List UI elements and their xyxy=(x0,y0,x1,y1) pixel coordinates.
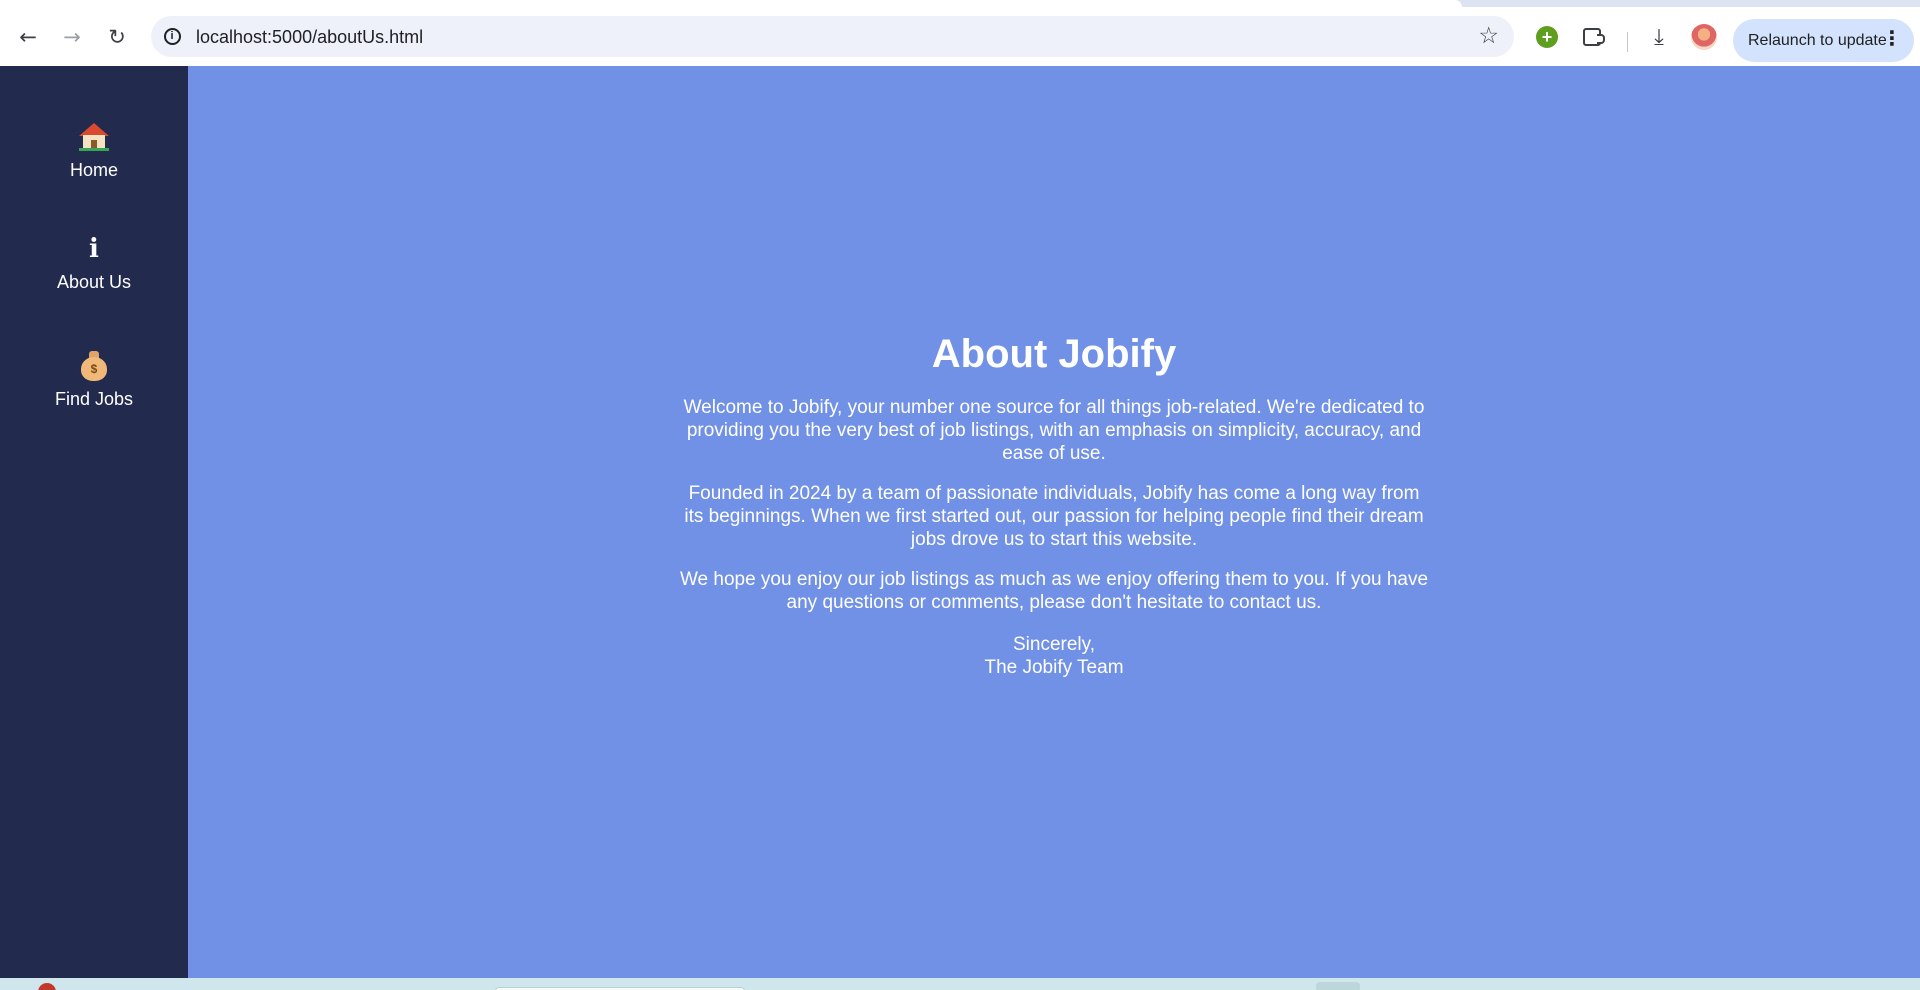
taskbar-app-icon[interactable] xyxy=(1316,982,1360,990)
info-icon: i xyxy=(89,234,99,264)
star-icon[interactable]: ☆ xyxy=(1478,23,1499,49)
relaunch-button[interactable]: Relaunch to update ⋮ xyxy=(1733,19,1914,62)
sidebar-item-label: Home xyxy=(69,160,118,180)
toolbar-divider xyxy=(1627,32,1628,52)
page-viewport: Home i About Us $ Find Jobs About Jobify… xyxy=(0,66,1920,978)
site-info-button[interactable]: i xyxy=(162,26,182,46)
money-bag-icon: $ xyxy=(80,351,108,381)
about-section: About Jobify Welcome to Jobify, your num… xyxy=(679,330,1429,679)
app-icon[interactable] xyxy=(38,983,56,990)
page-title: About Jobify xyxy=(931,332,1177,376)
address-bar[interactable]: i localhost:5000/aboutUs.html ☆ xyxy=(151,16,1514,57)
sidebar-item-find-jobs[interactable]: $ Find Jobs xyxy=(0,349,188,429)
signoff: Sincerely, The Jobify Team xyxy=(679,633,1429,679)
avatar xyxy=(1691,24,1717,50)
reload-icon: ↻ xyxy=(108,25,126,49)
active-tab[interactable] xyxy=(0,0,1462,7)
sidebar-item-home[interactable]: Home xyxy=(0,120,188,200)
info-icon: i xyxy=(163,27,181,45)
more-menu-icon[interactable]: ⋮ xyxy=(1882,28,1902,48)
taskbar xyxy=(0,978,1920,990)
arrow-left-icon: ← xyxy=(19,25,37,49)
profile-button[interactable] xyxy=(1688,21,1720,53)
about-paragraph-welcome: Welcome to Jobify, your number one sourc… xyxy=(683,397,1425,464)
extension-button[interactable]: + xyxy=(1531,21,1563,53)
sidebar-item-label: Find Jobs xyxy=(54,389,134,409)
sidebar-item-label: About Us xyxy=(56,272,132,292)
arrow-right-icon: → xyxy=(63,25,81,49)
house-icon xyxy=(79,123,109,151)
puzzle-icon xyxy=(1583,28,1605,46)
download-icon: ⤓ xyxy=(1654,24,1664,50)
back-button[interactable]: ← xyxy=(12,21,44,53)
relaunch-label: Relaunch to update xyxy=(1748,32,1887,49)
sidebar-item-about-us[interactable]: i About Us xyxy=(0,232,188,312)
forward-button[interactable]: → xyxy=(56,21,88,53)
extensions-menu-button[interactable] xyxy=(1576,21,1608,53)
add-extension-icon: + xyxy=(1536,26,1558,48)
signoff-line: Sincerely, xyxy=(1012,634,1095,655)
reload-button[interactable]: ↻ xyxy=(101,21,133,53)
browser-toolbar: ← → ↻ i localhost:5000/aboutUs.html ☆ + … xyxy=(0,7,1920,66)
url-text[interactable]: localhost:5000/aboutUs.html xyxy=(196,27,423,48)
about-paragraph-contact: We hope you enjoy our job listings as mu… xyxy=(679,569,1429,613)
about-paragraph-founded: Founded in 2024 by a team of passionate … xyxy=(684,483,1424,550)
downloads-button[interactable]: ⤓ xyxy=(1643,21,1675,53)
sidebar: Home i About Us $ Find Jobs xyxy=(0,66,188,978)
signoff-signature: The Jobify Team xyxy=(984,657,1124,678)
main-content: About Jobify Welcome to Jobify, your num… xyxy=(188,66,1920,978)
